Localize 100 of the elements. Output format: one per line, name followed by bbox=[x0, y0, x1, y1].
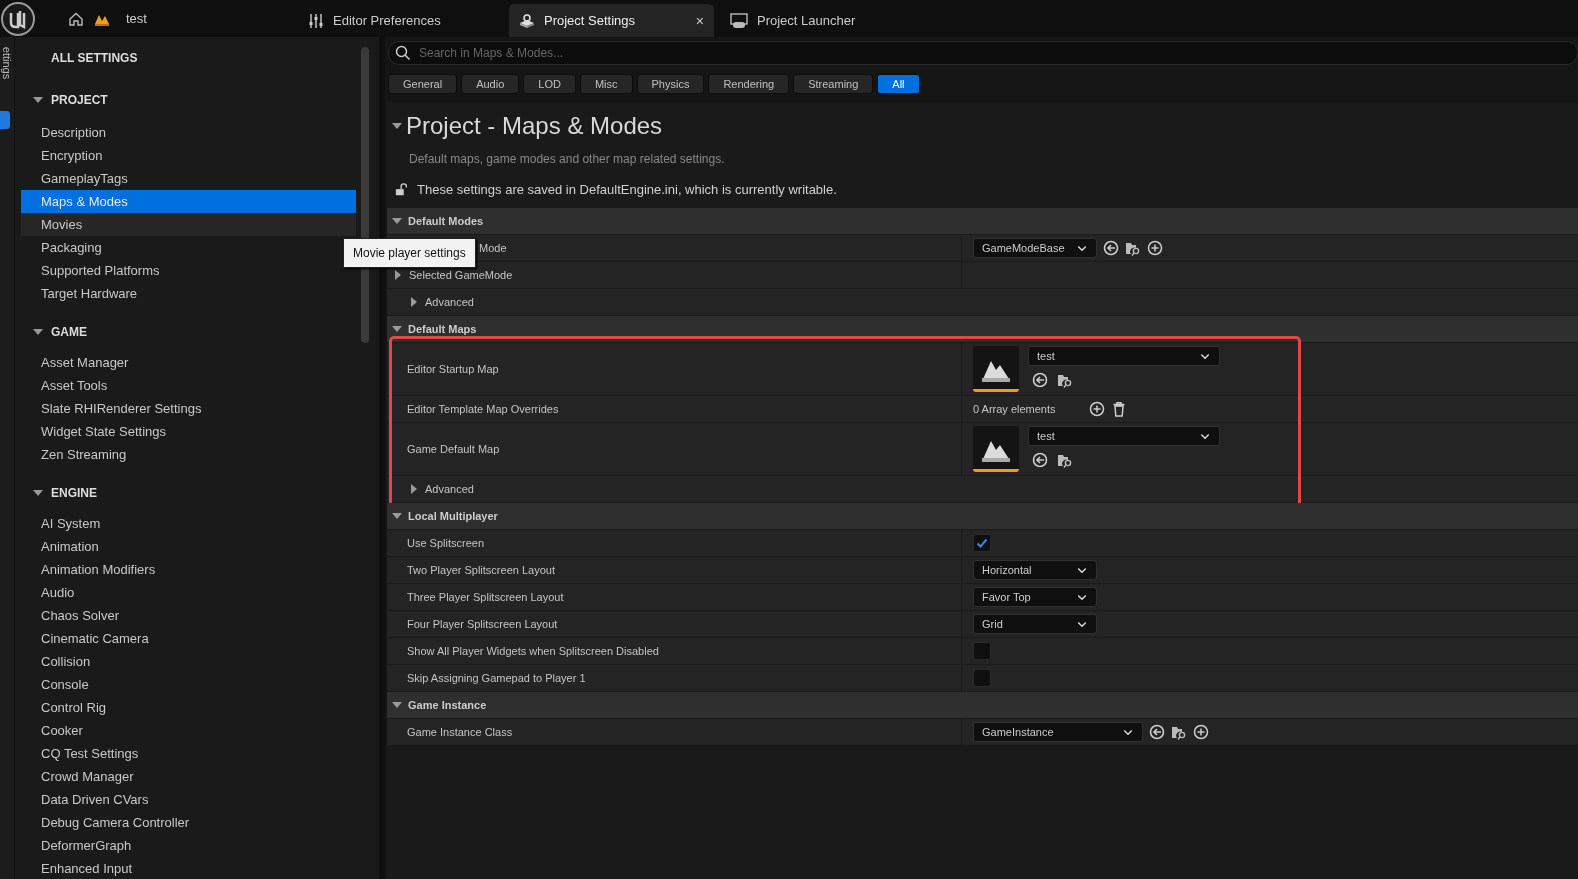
search-field[interactable]: Search in Maps & Modes... bbox=[417, 43, 1577, 63]
search-icon bbox=[395, 45, 411, 61]
property-label: Editor Template Map Overrides bbox=[407, 403, 559, 415]
collapse-arrow-icon[interactable] bbox=[392, 216, 402, 226]
settings-item[interactable]: Animation Modifiers bbox=[21, 558, 356, 581]
settings-item[interactable]: Collision bbox=[21, 650, 356, 673]
settings-item[interactable]: Control Rig bbox=[21, 696, 356, 719]
filter-button[interactable]: Streaming bbox=[793, 74, 874, 94]
filter-button[interactable]: Misc bbox=[579, 74, 633, 94]
settings-item[interactable]: Target Hardware bbox=[21, 282, 356, 305]
layout-dropdown[interactable]: Grid bbox=[973, 614, 1097, 634]
settings-item[interactable]: Description bbox=[21, 121, 356, 144]
checkbox[interactable] bbox=[973, 642, 991, 660]
expand-arrow-icon[interactable] bbox=[409, 297, 419, 307]
settings-item[interactable]: Movies bbox=[21, 213, 356, 236]
browse-icon[interactable] bbox=[1057, 452, 1073, 468]
checkbox[interactable] bbox=[973, 669, 991, 687]
collapse-arrow-icon[interactable] bbox=[392, 324, 402, 334]
category-heading[interactable]: Local Multiplayer bbox=[408, 510, 498, 522]
search-box[interactable]: Search in Maps & Modes... bbox=[388, 41, 1578, 65]
collapse-arrow-icon[interactable] bbox=[392, 511, 402, 521]
add-icon[interactable] bbox=[1089, 401, 1105, 417]
class-dropdown[interactable]: GameModeBase bbox=[973, 238, 1097, 258]
filter-button[interactable]: Audio bbox=[461, 74, 520, 94]
advanced-label[interactable]: Advanced bbox=[425, 483, 474, 495]
browse-icon[interactable] bbox=[1125, 240, 1141, 256]
settings-item[interactable]: Maps & Modes bbox=[21, 190, 356, 213]
config-note: These settings are saved in DefaultEngine.ini, which is currently writable. bbox=[417, 182, 837, 197]
section-heading[interactable]: GAME bbox=[51, 325, 87, 339]
collapse-arrow-icon[interactable] bbox=[33, 327, 43, 337]
settings-item[interactable]: Asset Manager bbox=[21, 351, 356, 374]
delete-icon[interactable] bbox=[1111, 401, 1127, 417]
settings-item[interactable]: Widget State Settings bbox=[21, 420, 356, 443]
property-label: Show All Player Widgets when Splitscreen Disabled bbox=[407, 645, 659, 657]
settings-item[interactable]: Cinematic Camera bbox=[21, 627, 356, 650]
collapse-arrow-icon[interactable] bbox=[392, 700, 402, 710]
collapse-arrow-icon[interactable] bbox=[33, 95, 43, 105]
layout-dropdown[interactable]: Horizontal bbox=[973, 560, 1097, 580]
section-heading[interactable]: ENGINE bbox=[51, 486, 97, 500]
reset-icon[interactable] bbox=[1103, 240, 1119, 256]
category-heading[interactable]: Default Modes bbox=[408, 215, 484, 227]
settings-item[interactable]: Crowd Manager bbox=[21, 765, 356, 788]
settings-item[interactable]: Audio bbox=[21, 581, 356, 604]
filter-button[interactable]: Rendering bbox=[708, 74, 790, 94]
section-heading[interactable]: PROJECT bbox=[51, 93, 108, 107]
all-settings-heading[interactable]: ALL SETTINGS bbox=[51, 51, 138, 65]
class-dropdown[interactable]: GameInstance bbox=[973, 722, 1143, 742]
collapse-arrow-icon[interactable] bbox=[33, 488, 43, 498]
editor-tab[interactable]: Project Launcher bbox=[720, 4, 925, 37]
close-tab-button[interactable]: × bbox=[695, 12, 704, 29]
settings-item[interactable]: Animation bbox=[21, 535, 356, 558]
property-label: Two Player Splitscreen Layout bbox=[407, 564, 555, 576]
settings-item[interactable]: Console bbox=[21, 673, 356, 696]
settings-item[interactable]: Zen Streaming bbox=[21, 443, 356, 466]
map-dropdown[interactable]: test bbox=[1028, 346, 1220, 366]
filter-button[interactable]: All bbox=[877, 74, 920, 94]
editor-tab[interactable]: Project Settings × bbox=[509, 4, 714, 37]
property-label: Four Player Splitscreen Layout bbox=[407, 618, 558, 630]
category-heading[interactable]: Default Maps bbox=[408, 323, 477, 335]
settings-item[interactable]: AI System bbox=[21, 512, 356, 535]
map-thumbnail[interactable] bbox=[973, 426, 1019, 472]
filter-button[interactable]: Physics bbox=[636, 74, 705, 94]
settings-item[interactable]: Slate RHIRenderer Settings bbox=[21, 397, 356, 420]
settings-item[interactable]: Chaos Solver bbox=[21, 604, 356, 627]
settings-side-tab[interactable]: ettings bbox=[1, 38, 13, 88]
settings-item[interactable]: Cooker bbox=[21, 719, 356, 742]
property-label: Use Splitscreen bbox=[407, 537, 485, 549]
settings-item[interactable]: Enhanced Input bbox=[21, 857, 356, 879]
map-thumbnail[interactable] bbox=[973, 346, 1019, 392]
browse-icon[interactable] bbox=[1057, 372, 1073, 388]
browse-icon[interactable] bbox=[1171, 724, 1187, 740]
reset-icon[interactable] bbox=[1149, 724, 1165, 740]
expand-arrow-icon[interactable] bbox=[409, 484, 419, 494]
category-heading[interactable]: Game Instance bbox=[408, 699, 487, 711]
settings-item[interactable]: GameplayTags bbox=[21, 167, 356, 190]
settings-item[interactable]: Encryption bbox=[21, 144, 356, 167]
settings-item[interactable]: Debug Camera Controller bbox=[21, 811, 356, 834]
add-icon[interactable] bbox=[1193, 724, 1209, 740]
filter-button[interactable]: LOD bbox=[523, 74, 576, 94]
page-title: Project - Maps & Modes bbox=[406, 112, 663, 140]
property-label: Selected GameMode bbox=[409, 269, 513, 281]
settings-item[interactable]: DeformerGraph bbox=[21, 834, 356, 857]
reset-icon[interactable] bbox=[1032, 452, 1048, 468]
project-name[interactable]: test bbox=[126, 11, 147, 26]
collapse-arrow-icon[interactable] bbox=[392, 121, 402, 131]
home-icon[interactable] bbox=[68, 10, 84, 27]
settings-item[interactable]: CQ Test Settings bbox=[21, 742, 356, 765]
expand-arrow-icon[interactable] bbox=[393, 270, 403, 280]
page-description: Default maps, game modes and other map related settings. bbox=[409, 152, 726, 166]
add-icon[interactable] bbox=[1147, 240, 1163, 256]
settings-item[interactable]: Asset Tools bbox=[21, 374, 356, 397]
map-dropdown[interactable]: test bbox=[1028, 426, 1220, 446]
layout-dropdown[interactable]: Favor Top bbox=[973, 587, 1097, 607]
settings-item[interactable]: Data Driven CVars bbox=[21, 788, 356, 811]
filter-button[interactable]: General bbox=[388, 74, 458, 94]
advanced-label[interactable]: Advanced bbox=[425, 296, 474, 308]
reset-icon[interactable] bbox=[1032, 372, 1048, 388]
property-label: Game Instance Class bbox=[407, 726, 513, 738]
editor-tab[interactable]: Editor Preferences bbox=[298, 4, 503, 37]
checkbox[interactable] bbox=[973, 534, 991, 552]
